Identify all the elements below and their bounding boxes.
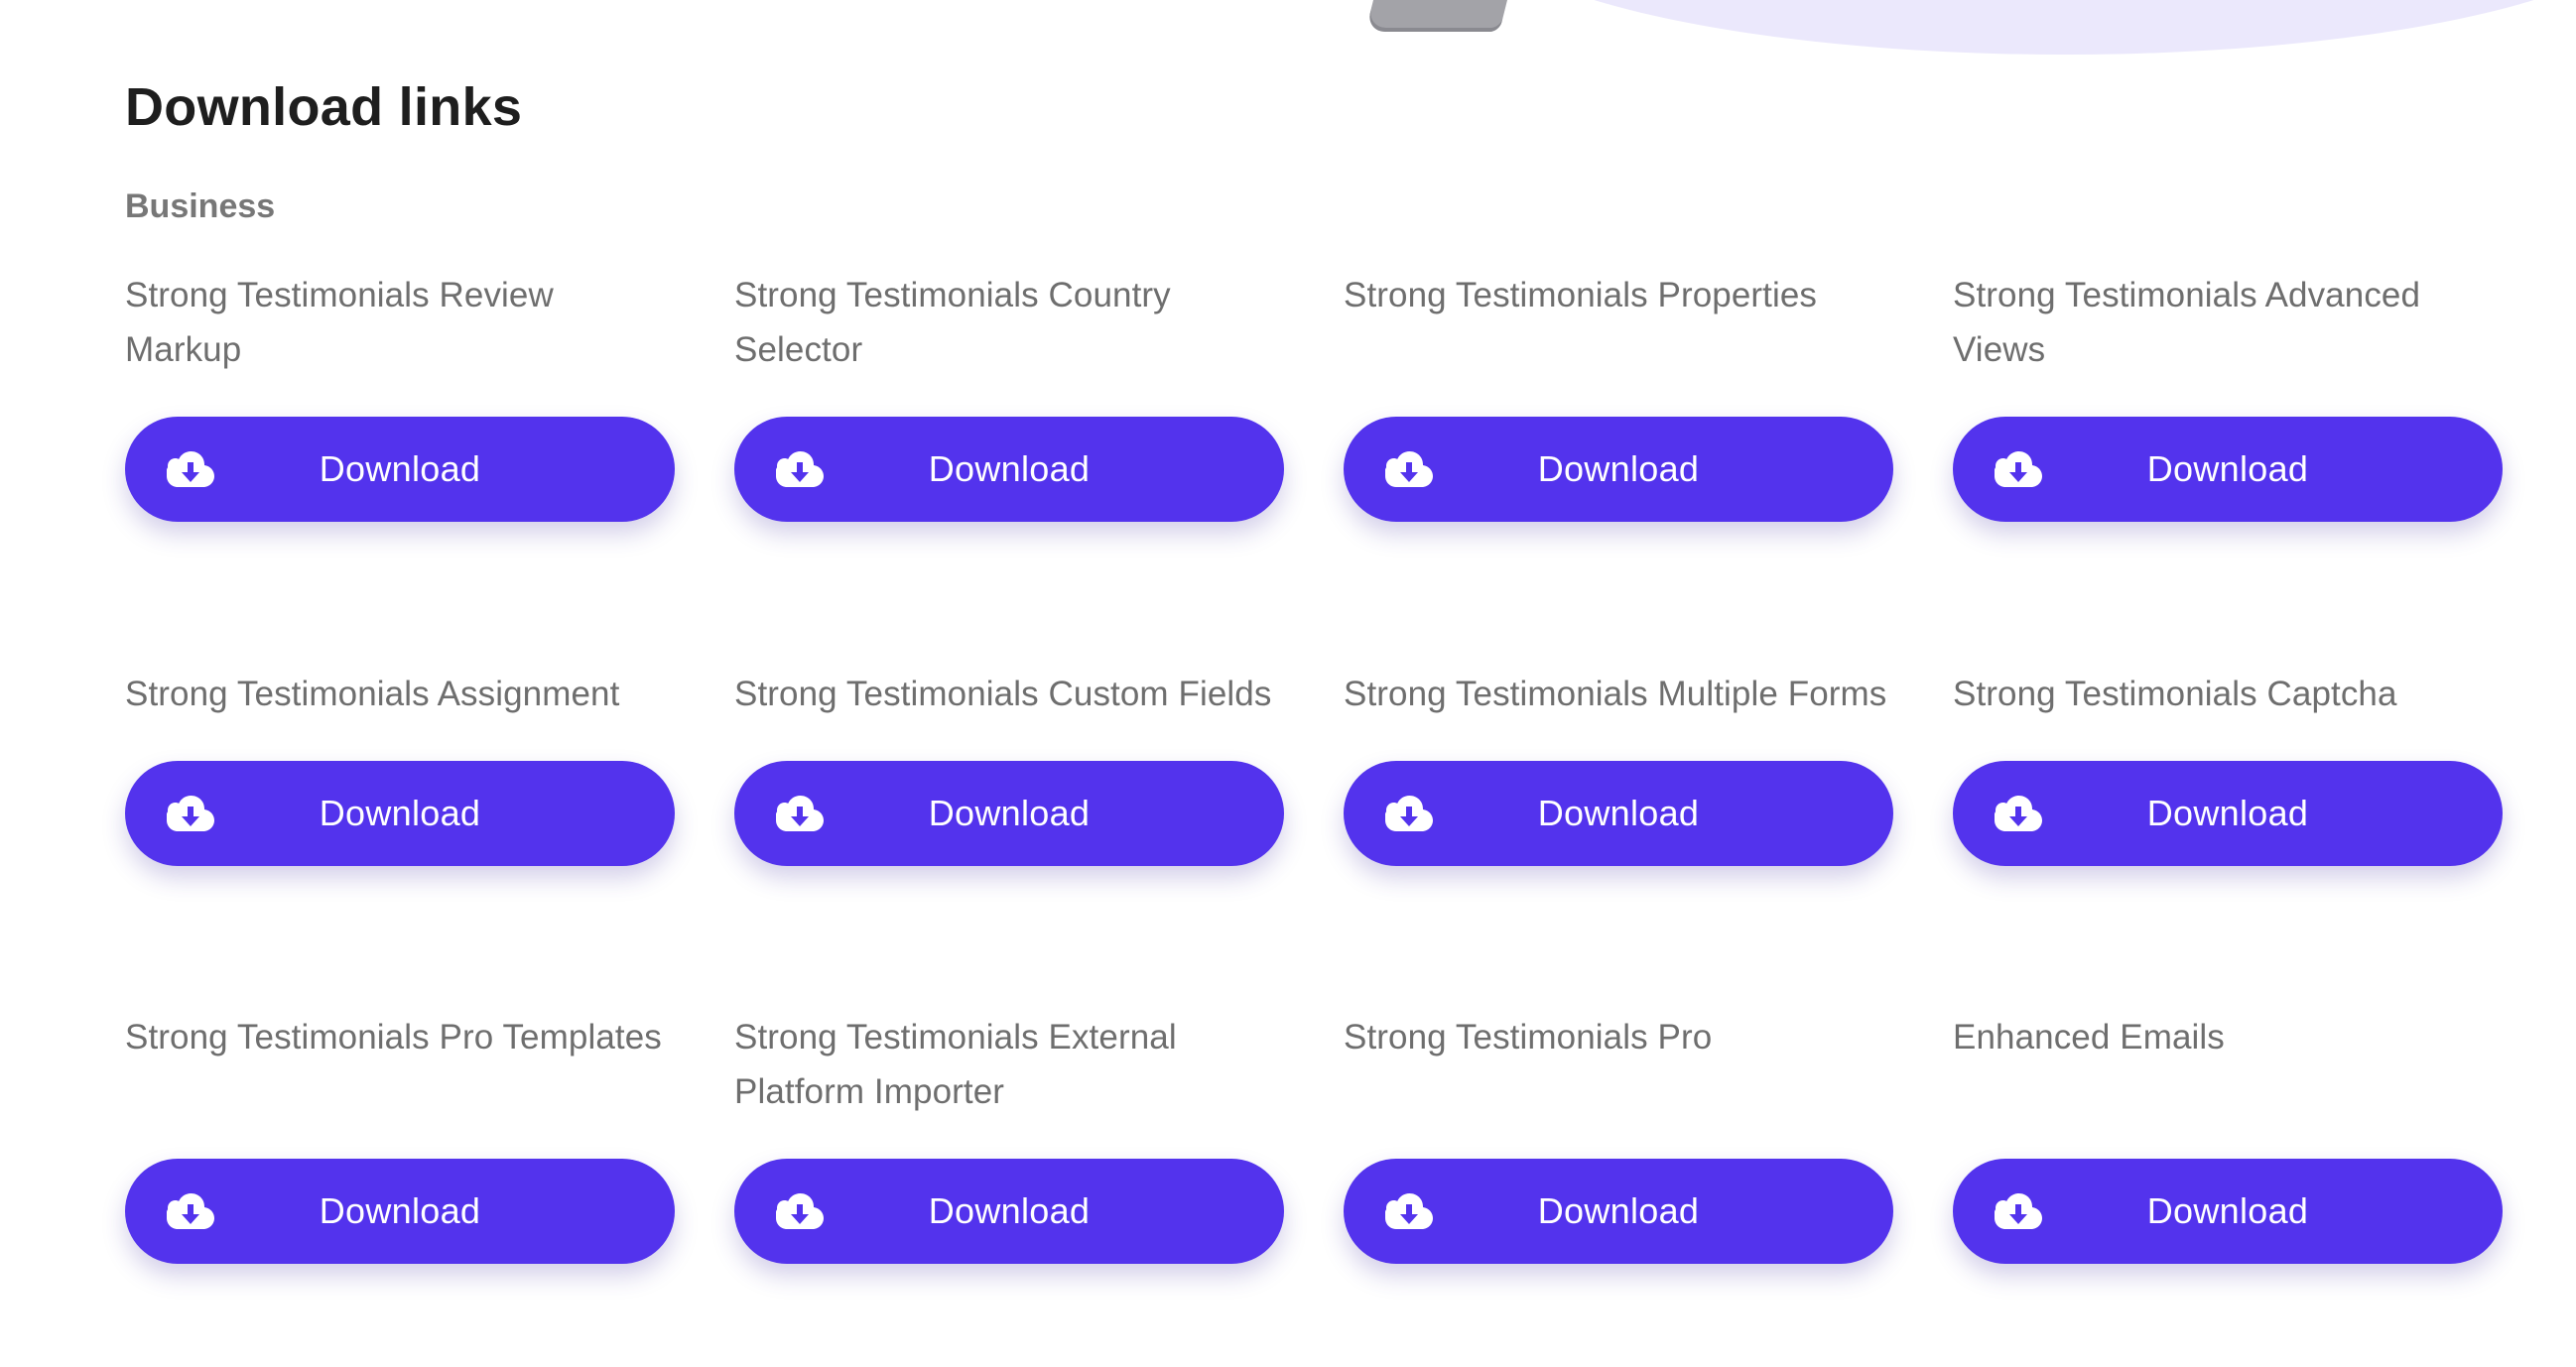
cloud-download-icon [1995, 796, 2042, 831]
cloud-download-icon [1385, 1193, 1433, 1229]
download-item-title: Strong Testimonials Review Markup [125, 276, 554, 369]
page-title: Download links [125, 77, 523, 137]
download-item: Strong Testimonials Country Selector [734, 268, 1284, 377]
section-label-business: Business [125, 187, 276, 225]
cloud-download-icon [1385, 451, 1433, 487]
download-item-title: Strong Testimonials Captcha [1953, 675, 2397, 713]
cloud-download-icon [167, 1193, 214, 1229]
cloud-download-icon [167, 451, 214, 487]
cloud-download-icon [167, 796, 214, 831]
download-item: Strong Testimonials External Platform Im… [734, 1010, 1284, 1119]
cloud-download-icon [1995, 451, 2042, 487]
download-button[interactable]: Download [125, 761, 675, 866]
cloud-download-icon [776, 1193, 824, 1229]
download-item-title: Strong Testimonials Properties [1344, 276, 1818, 314]
download-button[interactable]: Download [734, 761, 1284, 866]
download-item-title: Strong Testimonials Assignment [125, 675, 620, 713]
download-item-title: Strong Testimonials Pro [1344, 1018, 1713, 1056]
download-button[interactable]: Download [734, 417, 1284, 522]
download-item: Enhanced Emails [1953, 1010, 2503, 1064]
download-item-title: Strong Testimonials Custom Fields [734, 675, 1272, 713]
download-links-section: Download links Business Strong Testimoni… [125, 69, 2507, 1264]
cloud-download-icon [1995, 1193, 2042, 1229]
download-item-title: Strong Testimonials Multiple Forms [1344, 675, 1887, 713]
cloud-download-icon [776, 451, 824, 487]
download-item: Strong Testimonials Pro [1344, 1010, 1893, 1064]
download-item: Strong Testimonials Multiple Forms [1344, 667, 1893, 721]
cloud-download-icon [776, 796, 824, 831]
download-item: Strong Testimonials Custom Fields [734, 667, 1284, 721]
download-button[interactable]: Download [1953, 1159, 2503, 1264]
download-item-title: Strong Testimonials Pro Templates [125, 1018, 662, 1056]
download-button[interactable]: Download [1953, 761, 2503, 866]
download-item: Strong Testimonials Properties [1344, 268, 1893, 322]
download-button[interactable]: Download [1344, 417, 1893, 522]
page: Download links Business Strong Testimoni… [0, 0, 2576, 1367]
download-button[interactable]: Download [1344, 1159, 1893, 1264]
decorative-shape [1365, 0, 1517, 32]
download-item: Strong Testimonials Advanced Views [1953, 268, 2503, 377]
download-item: Strong Testimonials Assignment [125, 667, 675, 721]
download-button[interactable]: Download [1953, 417, 2503, 522]
download-button[interactable]: Download [1344, 761, 1893, 866]
download-item: Strong Testimonials Pro Templates [125, 1010, 675, 1064]
download-item: Strong Testimonials Captcha [1953, 667, 2503, 721]
download-item: Strong Testimonials Review Markup [125, 268, 675, 377]
download-item-title: Enhanced Emails [1953, 1018, 2225, 1056]
download-item-title: Strong Testimonials Advanced Views [1953, 276, 2421, 369]
download-item-title: Strong Testimonials External Platform Im… [734, 1018, 1177, 1111]
decorative-ellipse [1469, 0, 2576, 55]
download-button[interactable]: Download [125, 1159, 675, 1264]
download-button[interactable]: Download [734, 1159, 1284, 1264]
download-button[interactable]: Download [125, 417, 675, 522]
cloud-download-icon [1385, 796, 1433, 831]
download-item-title: Strong Testimonials Country Selector [734, 276, 1171, 369]
